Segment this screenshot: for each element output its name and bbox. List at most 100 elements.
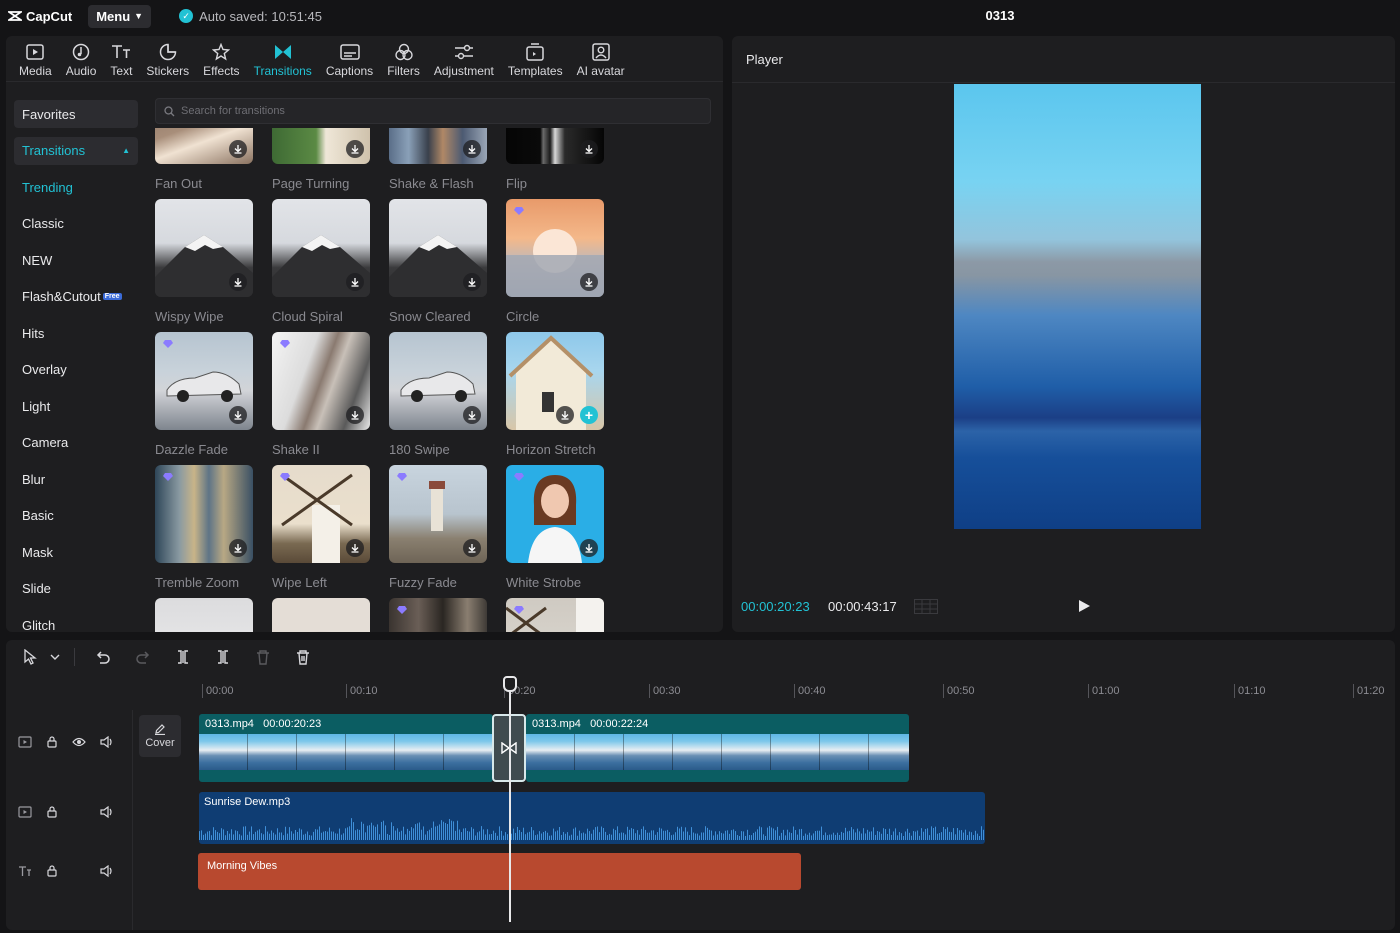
transition-tile[interactable] — [506, 598, 604, 632]
lock-icon[interactable] — [46, 736, 58, 748]
speaker-icon[interactable] — [100, 865, 114, 877]
playhead-line[interactable] — [509, 682, 511, 922]
category-transitions[interactable]: Transitions ▲ — [14, 136, 138, 165]
download-icon[interactable] — [229, 140, 247, 158]
transition-thumbnail — [155, 128, 253, 164]
video-clip[interactable]: 0313.mp4 00:00:22:24 — [526, 714, 909, 782]
transition-tile[interactable]: Flip — [506, 128, 604, 191]
playhead-handle[interactable] — [503, 676, 517, 692]
transition-tile[interactable]: Wipe Left — [272, 465, 370, 590]
search-input[interactable] — [181, 105, 681, 117]
tab-templates[interactable]: Templates — [501, 36, 570, 82]
lock-icon[interactable] — [46, 865, 58, 877]
transition-tile[interactable]: 180 Swipe — [389, 332, 487, 457]
tab-filters[interactable]: Filters — [380, 36, 427, 82]
category-camera[interactable]: Camera — [14, 429, 138, 457]
text-clip[interactable]: Morning Vibes — [198, 853, 801, 890]
split-left-button[interactable] — [163, 640, 203, 674]
split-right-button[interactable] — [203, 640, 243, 674]
category-new[interactable]: NEW — [14, 246, 138, 274]
tab-captions[interactable]: Captions — [319, 36, 380, 82]
download-icon[interactable] — [463, 140, 481, 158]
tab-media-label: Media — [19, 64, 52, 78]
tab-effects[interactable]: Effects — [196, 36, 246, 82]
download-icon[interactable] — [463, 273, 481, 291]
download-icon[interactable] — [580, 273, 598, 291]
category-classic[interactable]: Classic — [14, 210, 138, 238]
download-icon[interactable] — [346, 406, 364, 424]
transition-tile[interactable]: White Strobe — [506, 465, 604, 590]
download-icon[interactable] — [346, 140, 364, 158]
tab-adjustment[interactable]: Adjustment — [427, 36, 501, 82]
transition-tile[interactable]: Dazzle Fade — [155, 332, 253, 457]
divider — [132, 710, 133, 930]
transition-tile[interactable]: Fan Out — [155, 128, 253, 191]
download-icon[interactable] — [346, 273, 364, 291]
category-hits[interactable]: Hits — [14, 319, 138, 347]
select-tool-button[interactable] — [16, 640, 44, 674]
transition-tile[interactable]: Tremble Zoom — [155, 465, 253, 590]
transition-tile[interactable] — [389, 598, 487, 632]
transition-tile[interactable]: Page Turning — [272, 128, 370, 191]
category-overlay[interactable]: Overlay — [14, 356, 138, 384]
download-icon[interactable] — [346, 539, 364, 557]
download-icon[interactable] — [463, 539, 481, 557]
play-icon[interactable] — [1076, 598, 1092, 614]
lock-icon[interactable] — [46, 806, 58, 818]
menu-button[interactable]: Menu ▼ — [88, 4, 152, 28]
download-icon[interactable] — [580, 539, 598, 557]
transition-tile[interactable]: Shake & Flash — [389, 128, 487, 191]
category-trending[interactable]: Trending — [14, 173, 138, 201]
category-blur[interactable]: Blur — [14, 465, 138, 493]
chevron-up-icon: ▲ — [122, 146, 130, 155]
time-ruler[interactable]: 00:00 00:10 00:20 00:30 00:40 00:50 01:0… — [198, 676, 1395, 698]
transition-tile[interactable] — [155, 598, 253, 632]
redo-button[interactable] — [123, 640, 163, 674]
transition-tile[interactable]: + Horizon Stretch — [506, 332, 604, 457]
transition-label: Tremble Zoom — [155, 575, 240, 590]
delete-segment-button[interactable] — [243, 640, 283, 674]
audio-clip[interactable]: Sunrise Dew.mp3 — [199, 792, 985, 844]
download-icon[interactable] — [580, 140, 598, 158]
category-mask[interactable]: Mask — [14, 538, 138, 566]
download-icon[interactable] — [229, 539, 247, 557]
video-preview[interactable] — [954, 84, 1201, 529]
category-light[interactable]: Light — [14, 392, 138, 420]
transition-tile[interactable] — [272, 598, 370, 632]
transition-tile[interactable]: Snow Cleared — [389, 199, 487, 324]
speaker-icon[interactable] — [100, 736, 114, 748]
transition-tile[interactable]: Fuzzy Fade — [389, 465, 487, 590]
tab-stickers[interactable]: Stickers — [139, 36, 196, 82]
category-glitch[interactable]: Glitch — [14, 611, 138, 633]
undo-button[interactable] — [83, 640, 123, 674]
category-basic[interactable]: Basic — [14, 502, 138, 530]
transition-tile[interactable]: Cloud Spiral — [272, 199, 370, 324]
transition-tile[interactable]: Shake II — [272, 332, 370, 457]
tab-media[interactable]: Media — [12, 36, 59, 82]
eye-icon[interactable] — [72, 737, 86, 747]
video-clip[interactable]: 0313.mp4 00:00:20:23 — [199, 714, 493, 782]
project-title[interactable]: 0313 — [960, 8, 1040, 23]
speaker-icon[interactable] — [100, 806, 114, 818]
download-icon[interactable] — [556, 406, 574, 424]
category-flash-cutout[interactable]: Flash&Cutout Free — [14, 283, 138, 311]
text-track-icon — [19, 866, 31, 876]
download-icon[interactable] — [229, 273, 247, 291]
select-tool-dropdown[interactable] — [44, 640, 66, 674]
download-icon[interactable] — [229, 406, 247, 424]
category-favorites[interactable]: Favorites — [14, 100, 138, 128]
cover-button[interactable]: Cover — [139, 715, 181, 757]
add-icon[interactable]: + — [580, 406, 598, 424]
tab-ai-avatar[interactable]: AI avatar — [570, 36, 632, 82]
transition-tile[interactable]: Circle — [506, 199, 604, 324]
category-slide[interactable]: Slide — [14, 575, 138, 603]
transition-thumbnail — [272, 128, 370, 164]
tab-text[interactable]: Text — [103, 36, 139, 82]
download-icon[interactable] — [463, 406, 481, 424]
grid-icon[interactable] — [914, 599, 938, 614]
tab-audio[interactable]: Audio — [59, 36, 104, 82]
templates-icon — [524, 42, 546, 62]
transition-tile[interactable]: Wispy Wipe — [155, 199, 253, 324]
delete-button[interactable] — [283, 640, 323, 674]
tab-transitions[interactable]: Transitions — [247, 36, 319, 82]
